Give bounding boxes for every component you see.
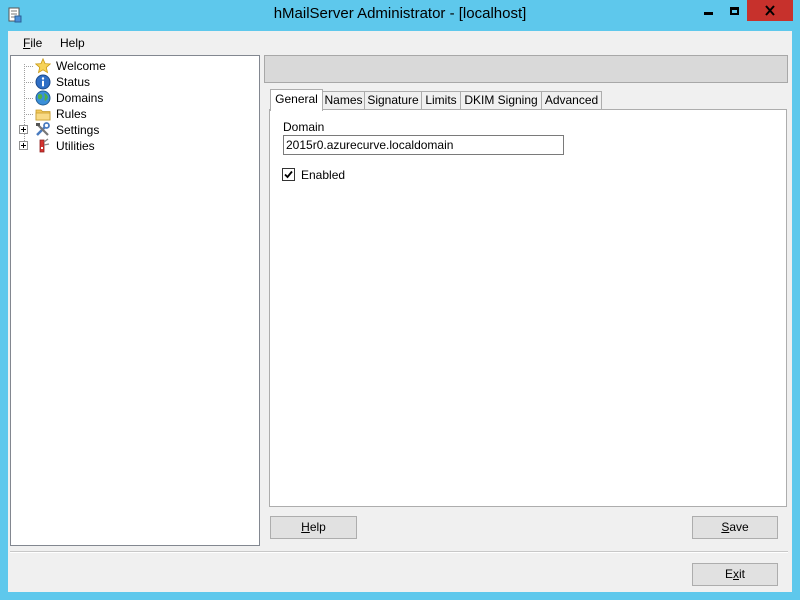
exit-button[interactable]: Exit: [692, 563, 778, 586]
menu-file[interactable]: File: [23, 36, 42, 50]
minimize-icon: [704, 12, 713, 15]
tree-item-label: Rules: [56, 107, 87, 121]
tab-limits[interactable]: Limits: [421, 91, 461, 110]
menu-bar: File Help: [8, 31, 792, 53]
minimize-button[interactable]: [696, 0, 721, 21]
domain-label: Domain: [283, 120, 325, 134]
tree-item-welcome[interactable]: Welcome: [11, 58, 251, 74]
globe-icon: [35, 90, 51, 106]
tree-item-utilities[interactable]: Utilities: [11, 138, 251, 154]
tree-item-label: Welcome: [56, 59, 106, 73]
tab-page-general: Domain Enabled: [269, 109, 787, 507]
maximize-icon: [729, 6, 739, 15]
tab-general[interactable]: General: [270, 89, 323, 111]
title-bar[interactable]: hMailServer Administrator - [localhost]: [0, 0, 800, 31]
folder-icon: [35, 109, 51, 121]
info-icon: [35, 74, 51, 90]
panel-header-bar: [264, 55, 788, 83]
menu-help[interactable]: Help: [60, 36, 85, 50]
help-button[interactable]: Help: [270, 516, 357, 539]
tree-item-rules[interactable]: Rules: [11, 106, 251, 122]
tree-item-label: Status: [56, 75, 91, 89]
save-button[interactable]: Save: [692, 516, 778, 539]
close-button[interactable]: [747, 0, 793, 21]
expand-toggle[interactable]: [19, 125, 28, 134]
checkmark-icon: [284, 170, 293, 179]
star-icon: [35, 58, 51, 74]
tab-names[interactable]: Names: [322, 91, 365, 110]
tree-item-label: Utilities: [56, 139, 95, 153]
enabled-label[interactable]: Enabled: [301, 168, 345, 182]
domain-input[interactable]: [283, 135, 564, 155]
window-title: hMailServer Administrator - [localhost]: [273, 5, 527, 22]
tab-advanced[interactable]: Advanced: [541, 91, 602, 110]
navigation-tree[interactable]: Welcome Status Domains Rules Settings Ut…: [10, 55, 260, 546]
tree-item-status[interactable]: Status: [11, 74, 251, 90]
expand-toggle[interactable]: [19, 141, 28, 150]
close-icon: [765, 5, 775, 16]
utilities-icon: [39, 138, 50, 153]
enabled-checkbox[interactable]: [282, 168, 295, 181]
tree-item-domains[interactable]: Domains: [11, 90, 251, 106]
client-area: File Help Welcome Status Domains Rules S…: [8, 31, 792, 592]
tree-item-label: Domains: [56, 91, 104, 105]
tab-dkim-signing[interactable]: DKIM Signing: [460, 91, 542, 110]
tree-item-label: Settings: [56, 123, 100, 137]
tools-icon: [36, 122, 50, 136]
tab-signature[interactable]: Signature: [364, 91, 422, 110]
maximize-button[interactable]: [721, 0, 747, 21]
tree-item-settings[interactable]: Settings: [11, 122, 251, 138]
divider: [10, 551, 788, 553]
